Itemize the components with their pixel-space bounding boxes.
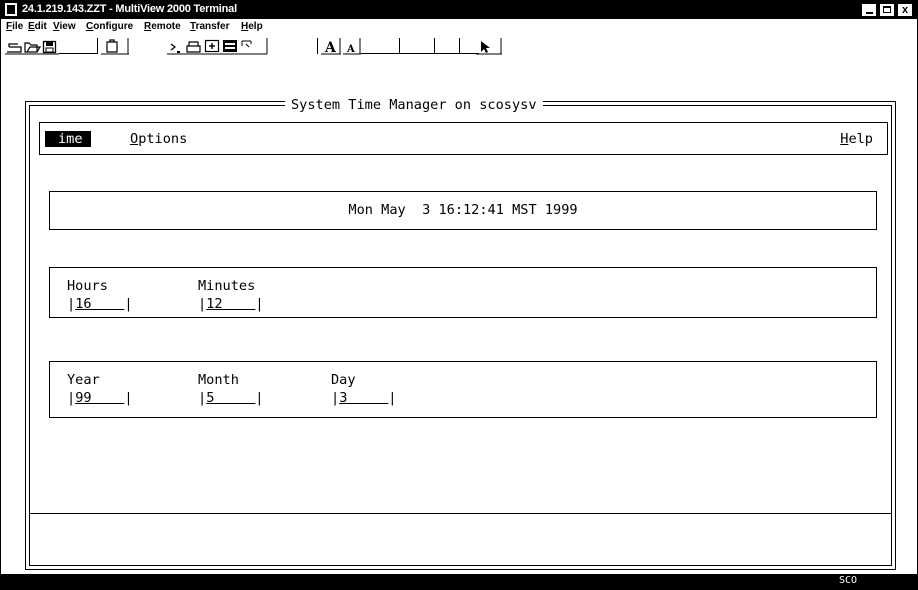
minutes-value: 12 — [206, 296, 223, 312]
time-fields-box: Hours |16 | Minutes |12 | — [49, 267, 877, 318]
font-small-label: A — [346, 44, 355, 55]
menu-file[interactable]: File — [6, 21, 23, 32]
app-menu-bar: ime Options Help — [39, 122, 888, 155]
maximize-button[interactable] — [879, 3, 895, 17]
open-icon[interactable] — [23, 38, 41, 55]
year-label: Year — [67, 372, 100, 388]
keyboard-icon[interactable] — [221, 38, 239, 55]
add-icon[interactable] — [203, 38, 221, 55]
font-small-icon[interactable]: A — [343, 38, 361, 55]
terminal-window: 24.1.219.143.ZZT - MultiView 2000 Termin… — [0, 0, 918, 590]
hours-label: Hours — [67, 278, 108, 294]
menu-file-label: ile — [12, 21, 24, 32]
save-icon[interactable] — [41, 38, 59, 55]
print-icon[interactable] — [5, 38, 23, 55]
pointer-icon[interactable] — [476, 38, 502, 55]
menu-edit[interactable]: Edit — [28, 21, 47, 32]
menu-help-label-terminal: elp — [848, 131, 873, 147]
menu-options[interactable]: Options — [130, 131, 187, 147]
month-field[interactable]: |5 | — [198, 390, 263, 406]
menu-remote[interactable]: Remote — [144, 21, 181, 32]
toolbar-gap — [59, 53, 97, 54]
toolbar-separator — [459, 38, 460, 54]
menu-options-accel: O — [130, 131, 139, 147]
date-fields-box: Year |99 | Month |5 | Day |3 | — [49, 361, 877, 418]
day-field[interactable]: |3 | — [331, 390, 396, 406]
title-rule-right — [543, 101, 891, 106]
menu-configure[interactable]: Configure — [86, 21, 133, 32]
menu-help[interactable]: Help — [241, 21, 263, 32]
menu-configure-label: onfigure — [93, 21, 134, 32]
dialog-title: System Time Manager on scosysv — [285, 97, 543, 113]
toolbar: A A — [1, 34, 917, 58]
script-icon[interactable] — [239, 38, 269, 55]
day-label: Day — [331, 372, 356, 388]
menu-bar: File Edit View Configure Remote Transfer… — [1, 19, 917, 34]
menu-time[interactable]: ime — [45, 131, 91, 147]
menu-edit-label: dit — [34, 21, 47, 32]
menu-help-terminal[interactable]: Help — [840, 131, 873, 147]
toolbar-separator — [434, 38, 435, 54]
menu-view[interactable]: View — [53, 21, 76, 32]
menu-view-label: iew — [59, 21, 76, 32]
menu-transfer-label: ransfer — [195, 21, 230, 32]
minutes-field[interactable]: |12 | — [198, 296, 264, 312]
dialog-frame-inner — [29, 105, 892, 566]
printer-icon[interactable] — [185, 38, 203, 55]
close-button[interactable]: x — [897, 3, 913, 17]
toolbar-separator — [399, 38, 400, 54]
font-large-label: A — [324, 40, 337, 55]
menu-remote-label: emote — [151, 21, 181, 32]
menu-edit-accel: E — [28, 21, 35, 32]
minutes-label: Minutes — [198, 278, 256, 294]
toolbar-gap — [361, 53, 479, 54]
year-value: 99 — [75, 390, 92, 406]
window-controls: x — [861, 3, 913, 17]
toolbar-separator — [97, 38, 98, 54]
app-icon[interactable] — [5, 3, 17, 16]
prompt-icon[interactable] — [167, 38, 185, 55]
title-rule-left — [29, 101, 285, 106]
terminal-screen[interactable]: System Time Manager on scosysv ime Optio… — [5, 63, 913, 573]
menu-transfer[interactable]: Transfer — [190, 21, 229, 32]
hours-field[interactable]: |16 | — [67, 296, 133, 312]
toolbar-separator — [317, 38, 318, 54]
window-title: 24.1.219.143.ZZT - MultiView 2000 Termin… — [22, 3, 237, 15]
menu-options-label: ptions — [138, 131, 188, 147]
menu-help-label: elp — [248, 21, 263, 32]
month-label: Month — [198, 372, 239, 388]
current-date-box: Mon May 3 16:12:41 MST 1999 — [49, 191, 877, 230]
status-text: SCO — [838, 575, 857, 586]
clipboard-icon[interactable] — [101, 38, 129, 55]
title-bar[interactable]: 24.1.219.143.ZZT - MultiView 2000 Termin… — [1, 1, 917, 19]
year-field[interactable]: |99 | — [67, 390, 133, 406]
current-date-display: Mon May 3 16:12:41 MST 1999 — [348, 202, 578, 218]
status-separator — [29, 513, 891, 514]
minimize-button[interactable] — [861, 3, 877, 17]
status-bar: SCO — [1, 574, 917, 589]
font-large-icon[interactable]: A — [321, 38, 341, 55]
hours-value: 16 — [75, 296, 92, 312]
